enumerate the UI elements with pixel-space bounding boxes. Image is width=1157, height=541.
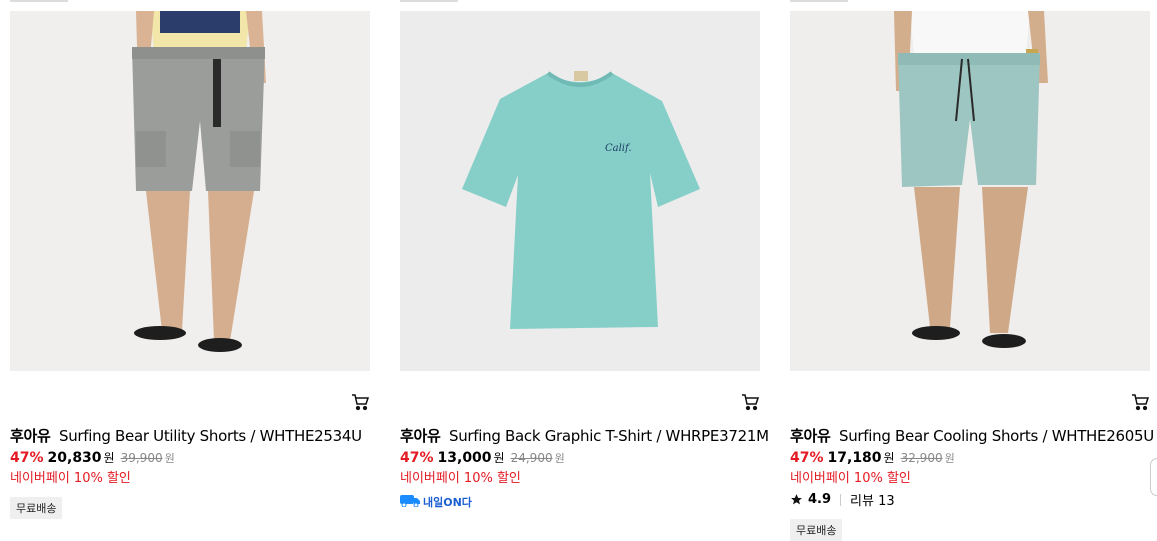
- previous-row-tag: [400, 0, 458, 2]
- original-currency: 원: [164, 452, 175, 465]
- currency: 원: [103, 451, 115, 465]
- promo-text: 네이버페이 10% 할인: [10, 471, 131, 486]
- delivery-truck-icon: [400, 493, 420, 510]
- product-card[interactable]: Calif. 후아유 Surfing Back Graphic T-Shirt …: [400, 0, 769, 528]
- free-shipping-tag: 무료배송: [790, 519, 843, 541]
- product-card[interactable]: 후아유 Surfing Bear Cooling Shorts / WHTHE2…: [790, 0, 1154, 541]
- product-title[interactable]: 후아유 Surfing Bear Cooling Shorts / WHTHE2…: [790, 425, 1154, 446]
- previous-row-tag: [10, 0, 68, 2]
- currency: 원: [883, 451, 895, 465]
- cart-icon[interactable]: [1131, 393, 1150, 411]
- product-name: Surfing Bear Utility Shorts / WHTHE2534U: [58, 427, 362, 445]
- cart-icon[interactable]: [741, 393, 760, 411]
- brand-name: 후아유: [790, 427, 831, 445]
- cart-icon[interactable]: [351, 393, 370, 411]
- price-row: 47% 20,830 원 39,900 원: [10, 449, 175, 466]
- product-image[interactable]: [10, 11, 370, 371]
- product-image[interactable]: Calif.: [400, 11, 760, 371]
- original-currency: 원: [944, 452, 955, 465]
- original-price: 39,900: [120, 451, 163, 465]
- promo-text: 네이버페이 10% 할인: [790, 471, 911, 486]
- discount-rate: 47%: [400, 450, 434, 466]
- sale-price: 20,830: [47, 450, 102, 466]
- rating-row[interactable]: 4.9 리뷰 13: [790, 490, 895, 509]
- brand-name: 후아유: [10, 427, 51, 445]
- promo-text: 네이버페이 10% 할인: [400, 471, 521, 486]
- discount-rate: 47%: [10, 450, 44, 466]
- review-count: 리뷰 13: [850, 494, 895, 509]
- currency: 원: [493, 451, 505, 465]
- svg-text:Calif.: Calif.: [605, 143, 632, 154]
- price-row: 47% 13,000 원 24,900 원: [400, 449, 565, 466]
- rating-score: 4.9: [808, 492, 832, 507]
- carousel-next-handle[interactable]: [1150, 458, 1157, 496]
- original-price: 32,900: [900, 451, 943, 465]
- product-title[interactable]: 후아유 Surfing Back Graphic T-Shirt / WHRPE…: [400, 425, 769, 446]
- product-image[interactable]: [790, 11, 1150, 371]
- product-title[interactable]: 후아유 Surfing Bear Utility Shorts / WHTHE2…: [10, 425, 370, 446]
- sale-price: 13,000: [437, 450, 492, 466]
- original-currency: 원: [554, 452, 565, 465]
- brand-name: 후아유: [400, 427, 441, 445]
- product-name: Surfing Bear Cooling Shorts / WHTHE2605U: [838, 427, 1154, 445]
- delivery-label: 내일ON다: [423, 495, 472, 509]
- original-price: 24,900: [510, 451, 553, 465]
- price-row: 47% 17,180 원 32,900 원: [790, 449, 955, 466]
- free-shipping-tag: 무료배송: [10, 497, 63, 519]
- product-name: Surfing Back Graphic T-Shirt / WHRPE3721…: [448, 427, 769, 445]
- discount-rate: 47%: [790, 450, 824, 466]
- previous-row-tag: [790, 0, 848, 2]
- next-day-delivery-badge: 내일ON다: [400, 493, 472, 510]
- star-icon: [790, 493, 803, 506]
- sale-price: 17,180: [827, 450, 882, 466]
- divider: [840, 493, 842, 506]
- product-card[interactable]: 후아유 Surfing Bear Utility Shorts / WHTHE2…: [10, 0, 370, 528]
